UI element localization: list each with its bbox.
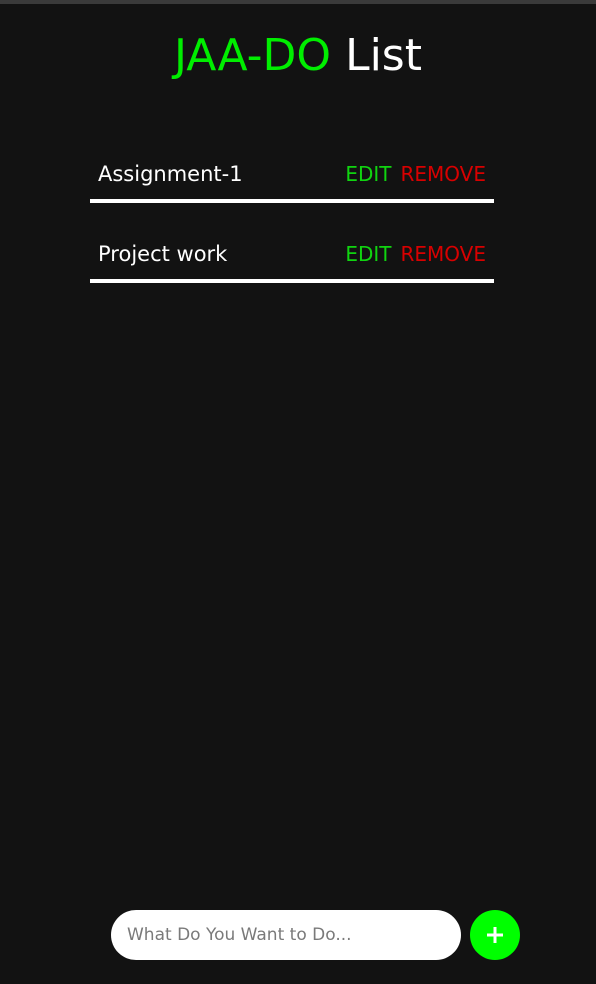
add-task-bar — [111, 910, 520, 960]
page-title: JAA-DO List — [0, 28, 596, 84]
edit-button[interactable]: EDIT — [345, 162, 391, 186]
todo-item: Project work EDIT REMOVE — [90, 228, 494, 283]
todo-item: Assignment-1 EDIT REMOVE — [90, 148, 494, 203]
edit-button[interactable]: EDIT — [345, 242, 391, 266]
title-brand: JAA-DO — [174, 30, 332, 81]
todo-actions: EDIT REMOVE — [345, 162, 486, 186]
todo-list: Assignment-1 EDIT REMOVE Project work ED… — [90, 148, 494, 308]
add-task-button[interactable] — [470, 910, 520, 960]
remove-button[interactable]: REMOVE — [401, 162, 487, 186]
todo-actions: EDIT REMOVE — [345, 242, 486, 266]
title-rest: List — [345, 30, 422, 81]
todo-text: Project work — [98, 241, 228, 266]
remove-button[interactable]: REMOVE — [401, 242, 487, 266]
task-input[interactable] — [111, 910, 461, 960]
plus-icon — [487, 927, 503, 943]
todo-text: Assignment-1 — [98, 161, 243, 186]
window-top-bar — [0, 0, 596, 4]
